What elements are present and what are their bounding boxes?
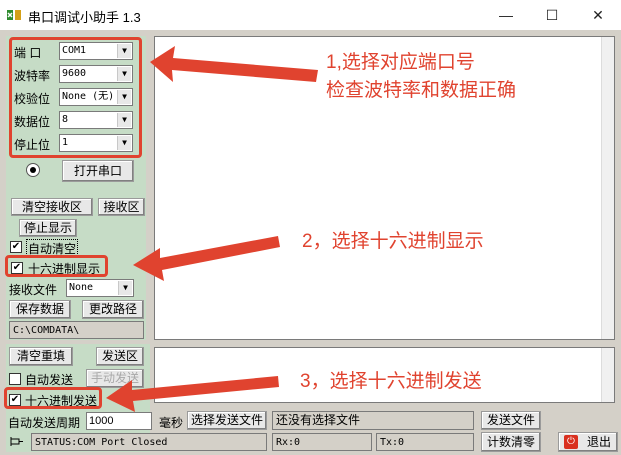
- close-button[interactable]: ✕: [575, 0, 621, 30]
- power-icon: ⏻: [564, 435, 578, 449]
- send-period-label: 自动发送周期: [8, 416, 81, 430]
- annotation-box-settings: [9, 37, 142, 158]
- app-icon: [7, 10, 21, 20]
- send-period-input[interactable]: 1000: [86, 412, 152, 430]
- receive-path-field: C:\COMDATA\: [9, 321, 144, 339]
- status-text: STATUS:COM Port Closed: [31, 433, 267, 451]
- window-title: 串口调试小助手 1.3: [28, 10, 141, 25]
- receive-file-label: 接收文件: [9, 283, 58, 297]
- annotation-box-hex-send: [4, 387, 102, 409]
- send-scrollbar[interactable]: [601, 348, 614, 402]
- exit-label: 退出: [586, 435, 611, 449]
- auto-send-checkbox[interactable]: [9, 373, 21, 385]
- auto-clear-checkbox[interactable]: ✔: [10, 241, 22, 253]
- annotation-box-hex-display: [5, 255, 108, 277]
- select-send-file-button[interactable]: 选择发送文件: [187, 411, 267, 430]
- stop-display-button[interactable]: 停止显示: [19, 219, 77, 237]
- clear-receive-button[interactable]: 清空接收区: [11, 198, 93, 216]
- minimize-button[interactable]: —: [483, 0, 529, 30]
- exit-button[interactable]: ⏻ 退出: [558, 432, 618, 452]
- receive-file-select[interactable]: None ▼: [66, 279, 134, 297]
- change-path-button[interactable]: 更改路径: [82, 300, 144, 319]
- annotation-2: 2，选择十六进制显示: [302, 231, 484, 252]
- open-port-button[interactable]: 打开串口: [62, 160, 134, 182]
- annotation-3: 3，选择十六进制发送: [300, 371, 482, 392]
- maximize-button[interactable]: ☐: [529, 0, 575, 30]
- receive-area-button[interactable]: 接收区: [98, 198, 145, 216]
- port-status-indicator: [26, 163, 40, 177]
- send-file-button[interactable]: 发送文件: [481, 411, 541, 430]
- ms-label: 毫秒: [159, 416, 184, 430]
- chevron-down-icon: ▼: [118, 281, 132, 295]
- tx-counter: Tx:0: [376, 433, 474, 451]
- auto-send-label: 自动发送: [25, 373, 74, 387]
- send-area-button[interactable]: 发送区: [96, 347, 144, 366]
- pin-icon[interactable]: [10, 436, 24, 448]
- rx-counter: Rx:0: [272, 433, 372, 451]
- manual-send-button[interactable]: 手动发送: [86, 369, 144, 388]
- send-file-status: 还没有选择文件: [272, 411, 474, 430]
- title-bar: 串口调试小助手 1.3 — ☐ ✕: [0, 0, 621, 30]
- receive-scrollbar[interactable]: [601, 37, 614, 339]
- save-data-button[interactable]: 保存数据: [9, 300, 71, 319]
- annotation-1-line2: 检查波特率和数据正确: [326, 80, 517, 101]
- annotation-1-line1: 1,选择对应端口号: [326, 52, 475, 73]
- clear-send-button[interactable]: 清空重填: [9, 347, 73, 366]
- count-clear-button[interactable]: 计数清零: [481, 432, 541, 452]
